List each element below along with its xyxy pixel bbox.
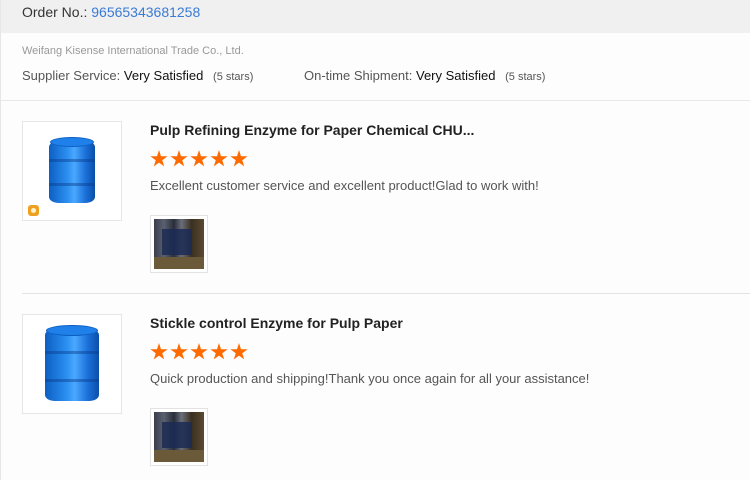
review-text: Excellent customer service and excellent… xyxy=(150,178,539,193)
review-divider xyxy=(22,293,750,294)
order-label: Order No.: xyxy=(22,4,88,20)
machine-photo-image xyxy=(154,219,204,269)
machine-photo-image xyxy=(154,412,204,462)
star-icon xyxy=(150,343,168,360)
product-title[interactable]: Pulp Refining Enzyme for Paper Chemical … xyxy=(150,122,474,138)
product-title[interactable]: Stickle control Enzyme for Pulp Paper xyxy=(150,315,403,331)
supplier-summary: Weifang Kisense International Trade Co.,… xyxy=(1,33,750,101)
order-number-link[interactable]: 96565343681258 xyxy=(91,4,200,20)
shipment-label: On-time Shipment: xyxy=(304,68,413,83)
review-photo[interactable] xyxy=(150,215,208,273)
star-icon xyxy=(210,343,228,360)
review-item: Pulp Refining Enzyme for Paper Chemical … xyxy=(22,121,750,291)
product-thumbnail[interactable] xyxy=(22,314,122,414)
star-icon xyxy=(170,343,188,360)
review-text: Quick production and shipping!Thank you … xyxy=(150,371,590,386)
star-icon xyxy=(230,343,248,360)
review-star-rating xyxy=(150,150,248,168)
supplier-service-stars: (5 stars) xyxy=(213,71,254,83)
product-thumbnail[interactable] xyxy=(22,121,122,221)
review-star-rating xyxy=(150,343,248,361)
order-review-page: Order No.: 96565343681258 Weifang Kisens… xyxy=(0,0,750,480)
star-icon xyxy=(170,150,188,167)
supplier-service-rating: Supplier Service: Very Satisfied (5 star… xyxy=(22,68,253,83)
shipment-value: Very Satisfied xyxy=(416,68,496,83)
supplier-service-label: Supplier Service: xyxy=(22,68,121,83)
star-icon xyxy=(150,150,168,167)
star-icon xyxy=(210,150,228,167)
gold-supplier-badge-icon xyxy=(28,205,39,216)
review-photo[interactable] xyxy=(150,408,208,466)
star-icon xyxy=(190,343,208,360)
shipment-stars: (5 stars) xyxy=(505,71,546,83)
order-header: Order No.: 96565343681258 xyxy=(1,0,750,33)
review-item: Stickle control Enzyme for Pulp Paper Qu… xyxy=(22,314,750,480)
blue-drum-image xyxy=(45,325,99,403)
star-icon xyxy=(230,150,248,167)
star-icon xyxy=(190,150,208,167)
supplier-name[interactable]: Weifang Kisense International Trade Co.,… xyxy=(22,45,244,57)
shipment-rating: On-time Shipment: Very Satisfied (5 star… xyxy=(304,68,545,83)
supplier-service-value: Very Satisfied xyxy=(123,68,204,83)
blue-drum-image xyxy=(49,137,95,205)
